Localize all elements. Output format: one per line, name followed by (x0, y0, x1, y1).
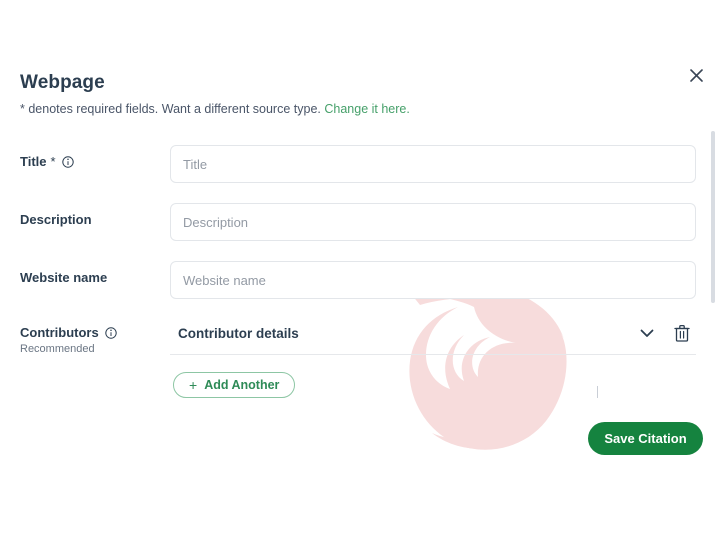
contributor-panel: Contributor details + Add Another (170, 324, 720, 398)
row-spacer (0, 183, 720, 203)
label-description: Description (0, 203, 170, 227)
contributor-details-title: Contributor details (178, 325, 299, 341)
label-website-name: Website name (0, 261, 170, 285)
row-spacer (0, 299, 720, 324)
required-marker: * (50, 154, 56, 169)
label-contributors: Contributors Recommended (0, 324, 170, 355)
field-col-website-name (170, 261, 720, 299)
text-cursor-mark (597, 386, 598, 398)
form-subtitle: * denotes required fields. Want a differ… (20, 101, 410, 118)
form-row-website-name: Website name (0, 261, 720, 299)
chevron-down-icon[interactable] (640, 329, 654, 338)
label-title-text: Title (20, 154, 47, 169)
label-title: Title * (0, 145, 170, 169)
description-input[interactable] (170, 203, 696, 241)
row-spacer (0, 241, 720, 261)
add-another-button[interactable]: + Add Another (173, 372, 296, 398)
close-button[interactable] (683, 62, 709, 88)
citation-form: Title * De (0, 145, 720, 398)
save-citation-button[interactable]: Save Citation (588, 422, 703, 455)
form-header: Webpage * denotes required fields. Want … (20, 70, 410, 118)
website-name-input[interactable] (170, 261, 696, 299)
info-circle-icon[interactable] (105, 326, 117, 339)
label-website-name-text: Website name (20, 270, 108, 285)
form-row-title: Title * (0, 145, 720, 183)
citation-form-page: Webpage * denotes required fields. Want … (0, 0, 720, 540)
close-icon (689, 68, 703, 82)
field-col-title (170, 145, 720, 183)
label-description-text: Description (20, 212, 92, 227)
contributor-header-actions (640, 324, 696, 342)
info-circle-icon[interactable] (61, 155, 74, 168)
add-another-label: Add Another (204, 378, 280, 392)
vertical-scrollbar-thumb[interactable] (711, 131, 715, 303)
form-row-description: Description (0, 203, 720, 241)
form-row-contributors: Contributors Recommended Contributor det… (0, 324, 720, 398)
trash-icon[interactable] (674, 324, 690, 342)
change-source-type-link[interactable]: Change it here. (324, 102, 409, 116)
subtitle-text: * denotes required fields. Want a differ… (20, 102, 321, 116)
contributor-details-header: Contributor details (170, 324, 696, 355)
field-col-description (170, 203, 720, 241)
contributors-sublabel: Recommended (20, 343, 95, 355)
plus-icon: + (189, 377, 198, 393)
page-title: Webpage (20, 72, 105, 93)
label-contributors-text: Contributors (20, 325, 99, 340)
title-input[interactable] (170, 145, 696, 183)
